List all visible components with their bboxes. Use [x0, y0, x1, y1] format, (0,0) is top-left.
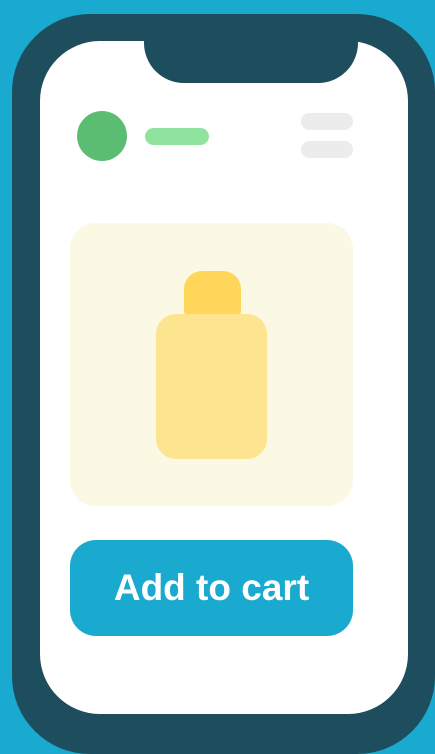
- phone-notch: [144, 41, 358, 83]
- bottle-icon: [156, 314, 267, 459]
- title-placeholder: [145, 128, 209, 145]
- avatar[interactable]: [77, 111, 127, 161]
- menu-bar-top: [301, 113, 353, 130]
- product-image-card[interactable]: [70, 223, 353, 506]
- menu-button[interactable]: [301, 113, 353, 159]
- menu-bar-bottom: [301, 141, 353, 158]
- add-to-cart-button[interactable]: Add to cart: [70, 540, 353, 636]
